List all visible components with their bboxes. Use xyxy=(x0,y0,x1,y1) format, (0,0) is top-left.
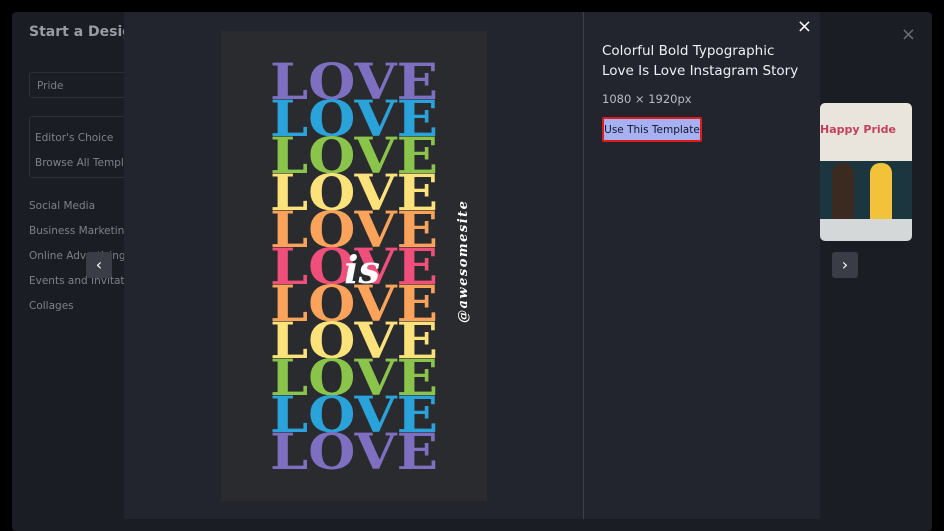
card-image: Happy Pride xyxy=(820,103,912,161)
close-icon[interactable]: × xyxy=(797,18,812,36)
background-close-icon[interactable]: × xyxy=(901,24,916,45)
template-dimensions: 1080 × 1920px xyxy=(602,92,692,106)
category-business-marketing[interactable]: Business Marketing xyxy=(29,225,131,237)
card-title: Happy Pride xyxy=(820,123,896,136)
prev-arrow-icon[interactable]: ‹ xyxy=(86,252,112,278)
template-poster: LOVE LOVE LOVE LOVE LOVE LOVE LOVE LOVE LOVE LOVE… xyxy=(221,31,487,501)
info-pane: Colorful Bold Typographic Love Is Love I… xyxy=(585,12,820,519)
template-preview-modal: LOVE LOVE LOVE LOVE LOVE LOVE LOVE LOVE LOVE LOVE… xyxy=(124,12,820,519)
poster-love-word: LOVE xyxy=(270,422,438,481)
filter-editors-choice[interactable]: Editor's Choice xyxy=(35,132,113,144)
card-figure xyxy=(870,163,892,221)
template-title: Colorful Bold Typographic Love Is Love I… xyxy=(602,43,799,79)
poster-handle: @awesomesite xyxy=(456,200,471,323)
poster-is-word: is xyxy=(344,247,380,292)
preview-pane: LOVE LOVE LOVE LOVE LOVE LOVE LOVE LOVE LOVE LOVE… xyxy=(124,12,584,519)
category-social-media[interactable]: Social Media xyxy=(29,200,95,212)
poster-artwork: LOVELOVELOVELOVELOVELOVELOVELOVELOVELOVE… xyxy=(221,31,487,501)
use-template-button[interactable]: Use This Template xyxy=(602,117,702,142)
category-collages[interactable]: Collages xyxy=(29,300,74,312)
card-footer xyxy=(820,219,912,241)
next-arrow-icon[interactable]: › xyxy=(832,252,858,278)
card-figure xyxy=(832,163,854,221)
template-card-pride[interactable]: Happy Pride xyxy=(820,103,912,241)
